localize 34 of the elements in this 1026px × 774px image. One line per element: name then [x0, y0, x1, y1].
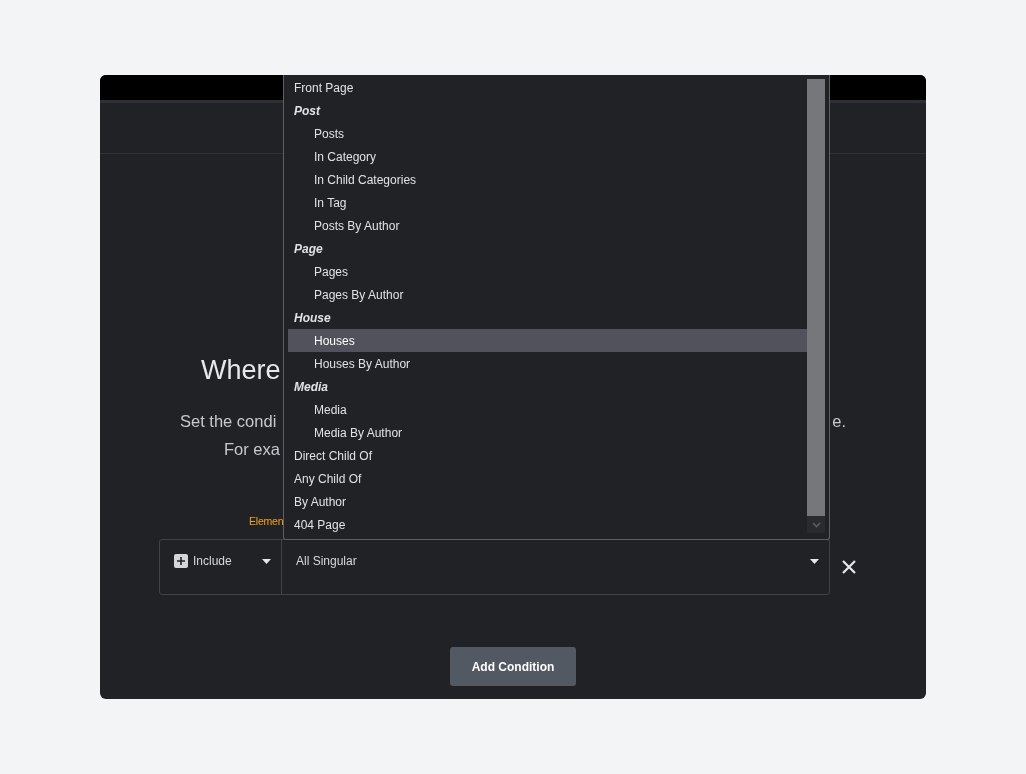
option-group-label: Post: [293, 102, 322, 120]
description-text: For exa: [224, 439, 280, 459]
dropdown-option[interactable]: Posts By Author: [288, 214, 807, 237]
add-condition-button[interactable]: Add Condition: [450, 647, 576, 686]
chevron-down-icon: [811, 521, 821, 528]
dropdown-option[interactable]: Front Page: [288, 76, 807, 99]
condition-select[interactable]: All Singular: [282, 540, 829, 594]
option-group-label: Media: [293, 378, 329, 396]
description-text: e.: [832, 411, 846, 431]
dropdown-option[interactable]: By Author: [288, 490, 807, 513]
close-button[interactable]: [841, 559, 857, 575]
plus-icon: [174, 554, 188, 568]
dropdown-option[interactable]: Direct Child Of: [288, 444, 807, 467]
dropdown-option[interactable]: 404 Page: [288, 513, 807, 536]
dropdown-option[interactable]: Any Child Of: [288, 467, 807, 490]
include-select[interactable]: Include: [160, 540, 282, 594]
dropdown-option[interactable]: Houses: [288, 329, 807, 352]
dropdown-option[interactable]: Houses By Author: [288, 352, 807, 375]
dialog-heading: Where: [201, 354, 281, 387]
dropdown-option[interactable]: Pages By Author: [288, 283, 807, 306]
note-text: Elemen: [249, 514, 284, 528]
dropdown-option[interactable]: Media: [288, 398, 807, 421]
dropdown-option[interactable]: Pages: [288, 260, 807, 283]
dropdown-option[interactable]: In Tag: [288, 191, 807, 214]
caret-icon: [810, 559, 819, 564]
caret-icon: [262, 559, 271, 564]
option-group-label: House: [293, 309, 332, 327]
dropdown-option[interactable]: In Child Categories: [288, 168, 807, 191]
dropdown-option[interactable]: Posts: [288, 122, 807, 145]
description-text: Set the condi: [180, 411, 277, 431]
dropdown-option[interactable]: In Category: [288, 145, 807, 168]
dropdown-option[interactable]: Media By Author: [288, 421, 807, 444]
scrollbar[interactable]: [807, 79, 825, 533]
option-group-label: Page: [293, 240, 324, 258]
